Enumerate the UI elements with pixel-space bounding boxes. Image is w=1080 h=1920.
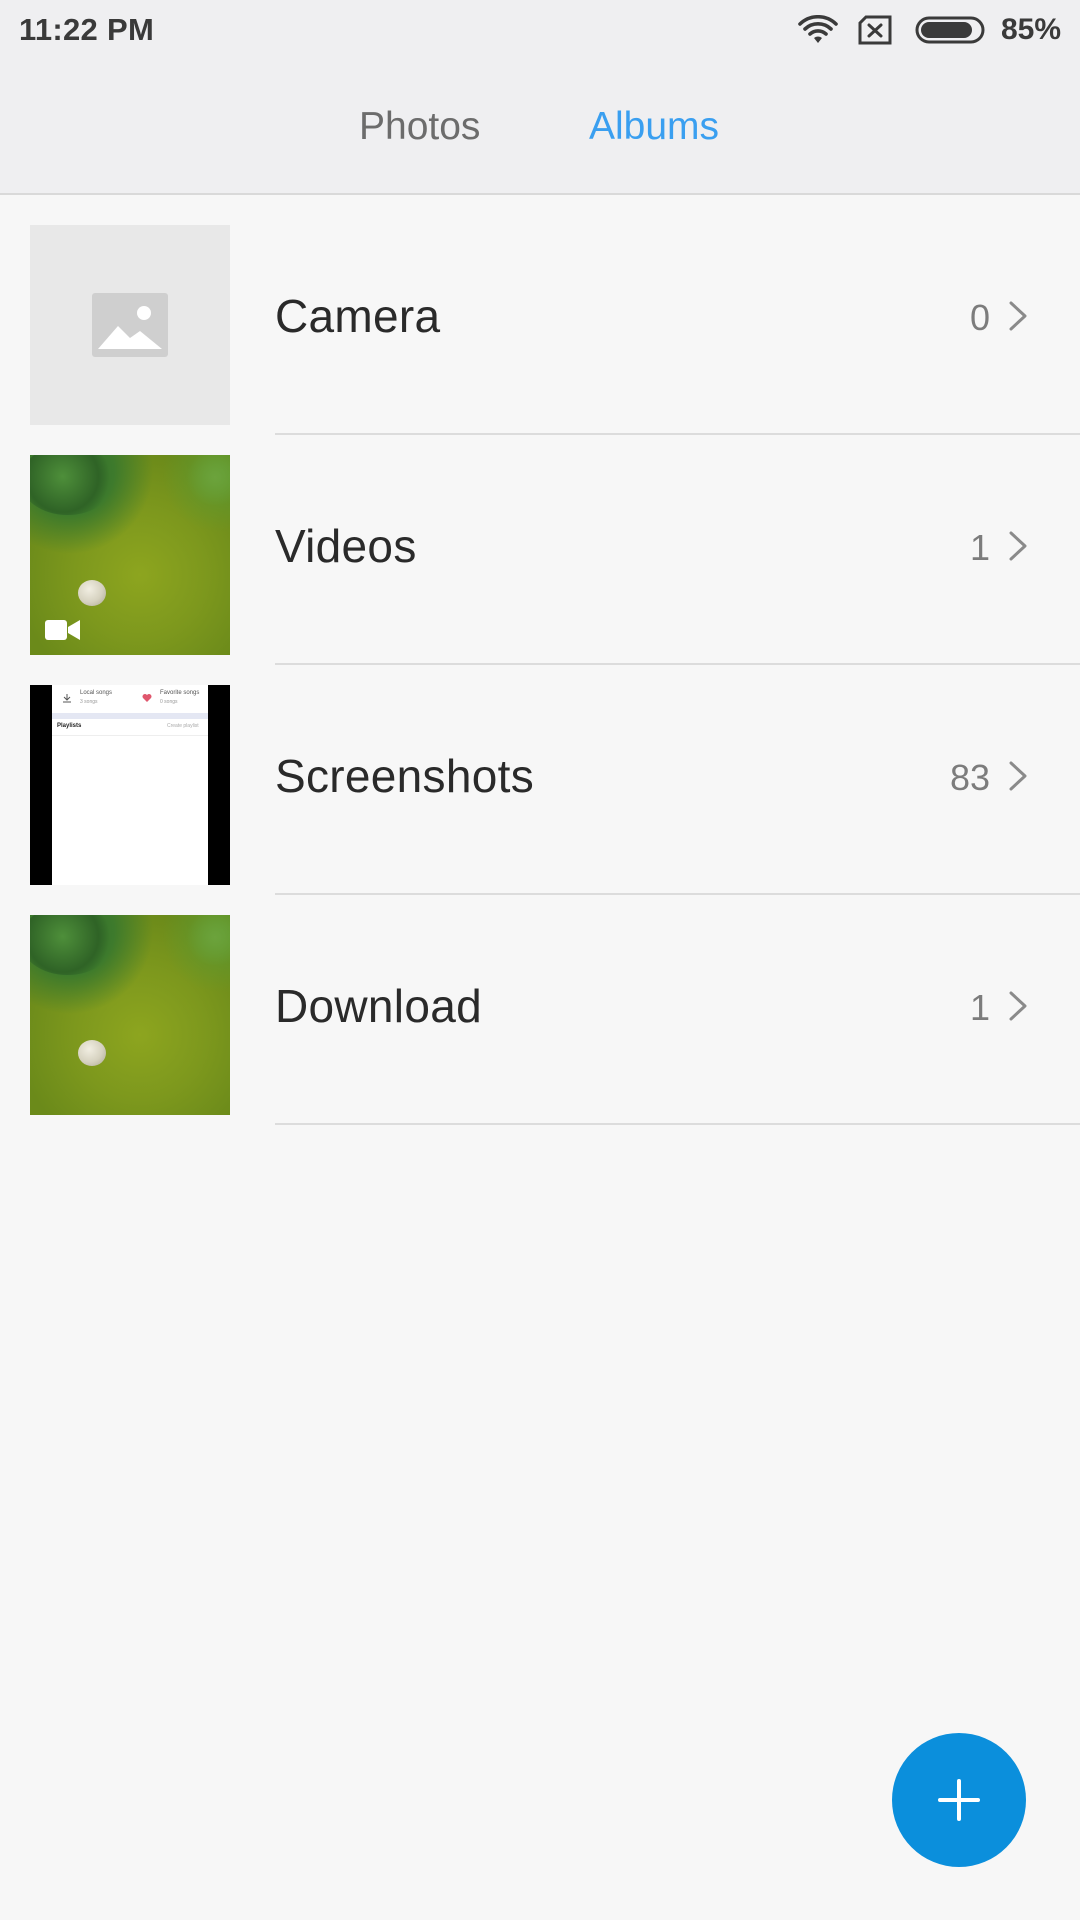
row-divider [275,1123,1080,1125]
album-name: Download [275,980,482,1032]
grass-thumbnail-rock [78,1040,106,1066]
screenshot-preview-text: Favorite songs [160,690,200,696]
screenshot-preview-text: Create playlist [167,723,199,729]
video-camera-icon [45,620,80,640]
screenshot-preview-text: 0 songs [160,699,178,705]
album-row-videos[interactable]: Videos 1 [0,425,1080,665]
tab-header: Photos Albums [0,60,1080,195]
album-name: Screenshots [275,750,534,802]
placeholder-image-icon [92,293,168,357]
status-time: 11:22 PM [19,12,155,47]
chevron-right-icon [1009,991,1027,1021]
grass-thumbnail-foliage [30,915,115,975]
album-name: Camera [275,290,441,342]
wifi-icon [798,15,838,43]
album-count: 83 [949,757,990,798]
album-count: 1 [969,987,990,1028]
album-thumbnail [30,915,230,1115]
tab-photos[interactable]: Photos [359,105,480,149]
grass-thumbnail-foliage [185,455,230,505]
add-album-button[interactable] [892,1733,1026,1867]
battery-percent: 85% [1000,13,1061,46]
screenshot-preview-text: Playlists [57,723,82,729]
chevron-right-icon [1009,301,1027,331]
album-row-camera[interactable]: Camera 0 [0,195,1080,435]
album-row-screenshots[interactable]: Local songs 3 songs Favorite songs 0 son… [0,655,1080,895]
heart-icon [142,694,152,702]
grass-thumbnail-rock [78,580,106,606]
chevron-right-icon [1009,531,1027,561]
status-icons: 85% [797,12,1061,48]
sim-off-icon [858,15,892,45]
album-name: Videos [275,520,417,572]
album-thumbnail [30,455,230,655]
album-thumbnail [30,225,230,425]
screenshot-preview-header: Local songs 3 songs Favorite songs 0 son… [52,685,208,715]
screenshot-preview-text: 3 songs [80,699,98,705]
battery-icon [915,16,985,44]
grass-thumbnail-foliage [185,915,230,965]
status-bar: 11:22 PM 85% [0,0,1080,60]
download-icon [63,694,71,703]
album-count: 1 [969,527,990,568]
screenshot-preview: Local songs 3 songs Favorite songs 0 son… [52,685,208,885]
chevron-right-icon [1009,761,1027,791]
screenshot-preview-section: Playlists Create playlist [52,719,208,736]
plus-icon [938,1779,980,1821]
tab-albums[interactable]: Albums [589,105,719,149]
screenshot-preview-text: Local songs [80,690,113,696]
album-count: 0 [969,297,990,338]
grass-thumbnail-foliage [30,455,115,515]
album-thumbnail: Local songs 3 songs Favorite songs 0 son… [30,685,230,885]
album-row-download[interactable]: Download 1 [0,885,1080,1125]
